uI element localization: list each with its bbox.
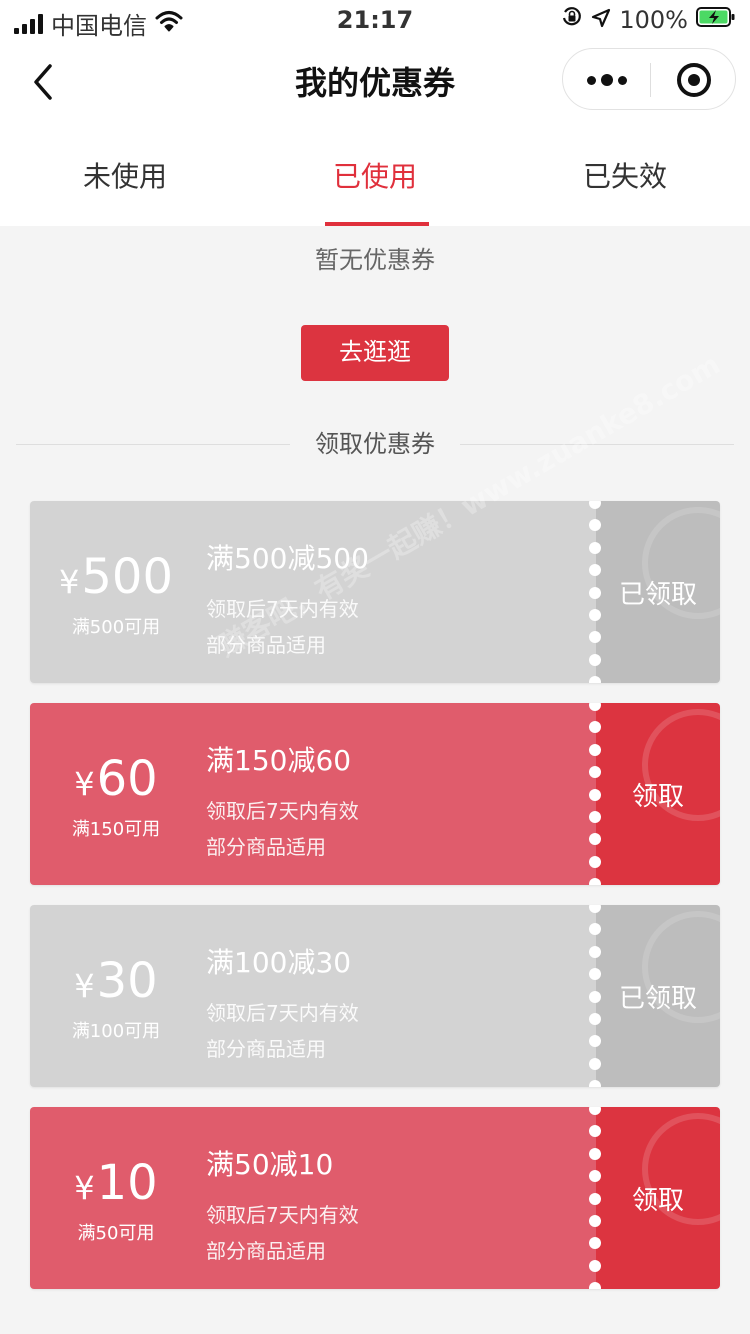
coupon-perforation: [588, 905, 602, 1087]
perforation-dot: [589, 1035, 601, 1048]
tab-expired[interactable]: 已失效: [500, 128, 750, 226]
perforation-dot: [589, 519, 601, 532]
perforation-dot: [589, 1080, 601, 1087]
active-tab-indicator: [325, 222, 429, 226]
coupon-title: 满150减60: [206, 744, 352, 777]
coupon-card: ¥500 满500可用 满500减500 领取后7天内有效 部分商品适用 已领取: [30, 501, 720, 683]
coupon-card: ¥60 满150可用 满150减60 领取后7天内有效 部分商品适用 领取: [30, 703, 720, 885]
perforation-dot: [589, 1125, 601, 1138]
coupon-title: 满500减500: [206, 542, 369, 575]
perforation-dot: [589, 788, 601, 801]
coupon-tabs: 未使用 已使用 已失效: [0, 128, 750, 226]
perforation-dot: [589, 703, 601, 711]
tab-unused[interactable]: 未使用: [0, 128, 250, 226]
coupon-scope: 部分商品适用: [206, 633, 326, 657]
perforation-dot: [589, 564, 601, 577]
coupon-validity: 领取后7天内有效: [206, 597, 359, 621]
coupon-perforation: [588, 1107, 602, 1289]
coupon-main: ¥60 满150可用 满150减60 领取后7天内有效 部分商品适用: [30, 703, 596, 885]
perforation-dot: [589, 1282, 601, 1289]
coupon-card: ¥10 满50可用 满50减10 领取后7天内有效 部分商品适用 领取: [30, 1107, 720, 1289]
perforation-dot: [589, 501, 601, 509]
coupon-card: ¥30 满100可用 满100减30 领取后7天内有效 部分商品适用 已领取: [30, 905, 720, 1087]
location-arrow-icon: [591, 6, 611, 34]
coupon-perforation: [588, 501, 602, 683]
coupon-amount-value: 30: [96, 953, 158, 1009]
section-title: 领取优惠券: [290, 426, 460, 462]
battery-charging-icon: [696, 6, 736, 34]
target-circle-icon: [677, 63, 711, 97]
coupon-validity: 领取后7天内有效: [206, 1001, 359, 1025]
coupon-scope: 部分商品适用: [206, 835, 326, 859]
coupon-amount: ¥30: [30, 953, 202, 1014]
coupon-amount-value: 10: [96, 1155, 158, 1211]
coupon-min-spend: 满50可用: [77, 1223, 155, 1244]
perforation-dot: [589, 1013, 601, 1025]
more-button[interactable]: [563, 49, 650, 111]
currency-symbol: ¥: [59, 563, 80, 601]
perforation-dot: [589, 743, 601, 756]
coupon-scope: 部分商品适用: [206, 1037, 326, 1061]
coupon-amount: ¥10: [30, 1155, 202, 1216]
perforation-dot: [589, 631, 601, 644]
perforation-dot: [589, 766, 601, 779]
coupon-main: ¥10 满50可用 满50减10 领取后7天内有效 部分商品适用: [30, 1107, 596, 1289]
perforation-dot: [589, 855, 601, 868]
close-mini-program-button[interactable]: [651, 49, 737, 111]
perforation-dot: [589, 586, 601, 599]
currency-symbol: ¥: [74, 967, 95, 1005]
perforation-dot: [589, 541, 601, 554]
perforation-dot: [589, 878, 601, 885]
perforation-dot: [589, 811, 601, 823]
coupon-validity: 领取后7天内有效: [206, 1203, 359, 1227]
tab-used[interactable]: 已使用: [250, 128, 500, 226]
perforation-dot: [589, 1107, 601, 1115]
currency-symbol: ¥: [74, 765, 95, 803]
coupon-title: 满50减10: [206, 1148, 334, 1181]
perforation-dot: [589, 990, 601, 1003]
mini-program-capsule: [562, 48, 736, 110]
status-right: 100%: [561, 6, 736, 34]
coupon-perforation: [588, 703, 602, 885]
perforation-dot: [589, 1147, 601, 1160]
coupon-min-spend: 满150可用: [71, 819, 161, 840]
coupon-min-spend: 满100可用: [71, 1021, 161, 1042]
perforation-dot: [589, 968, 601, 981]
perforation-dot: [589, 721, 601, 734]
coupon-main: ¥30 满100可用 满100减30 领取后7天内有效 部分商品适用: [30, 905, 596, 1087]
coupon-amount: ¥60: [30, 751, 202, 812]
perforation-dot: [589, 1215, 601, 1227]
currency-symbol: ¥: [74, 1169, 95, 1207]
perforation-dot: [589, 1057, 601, 1070]
status-bar: 中国电信 21:17 100%: [0, 0, 750, 40]
coupon-title: 满100减30: [206, 946, 352, 979]
coupon-min-spend: 满500可用: [71, 617, 161, 638]
orientation-lock-icon: [561, 6, 583, 34]
perforation-dot: [589, 1192, 601, 1205]
perforation-dot: [589, 833, 601, 846]
coupon-amount: ¥500: [30, 549, 202, 610]
go-shopping-button[interactable]: 去逛逛: [301, 325, 449, 381]
perforation-dot: [589, 609, 601, 621]
coupon-amount-value: 60: [96, 751, 158, 807]
coupon-validity: 领取后7天内有效: [206, 799, 359, 823]
nav-bar: 我的优惠券: [0, 40, 750, 128]
battery-percent: 100%: [619, 6, 688, 34]
coupon-scope: 部分商品适用: [206, 1239, 326, 1263]
perforation-dot: [589, 1259, 601, 1272]
more-dots-icon: [586, 74, 627, 86]
perforation-dot: [589, 653, 601, 666]
coupon-main: ¥500 满500可用 满500减500 领取后7天内有效 部分商品适用: [30, 501, 596, 683]
perforation-dot: [589, 676, 601, 683]
empty-state-text: 暂无优惠券: [315, 246, 435, 274]
perforation-dot: [589, 945, 601, 958]
perforation-dot: [589, 1170, 601, 1183]
perforation-dot: [589, 1237, 601, 1250]
perforation-dot: [589, 923, 601, 936]
perforation-dot: [589, 905, 601, 913]
coupon-amount-value: 500: [81, 549, 173, 605]
